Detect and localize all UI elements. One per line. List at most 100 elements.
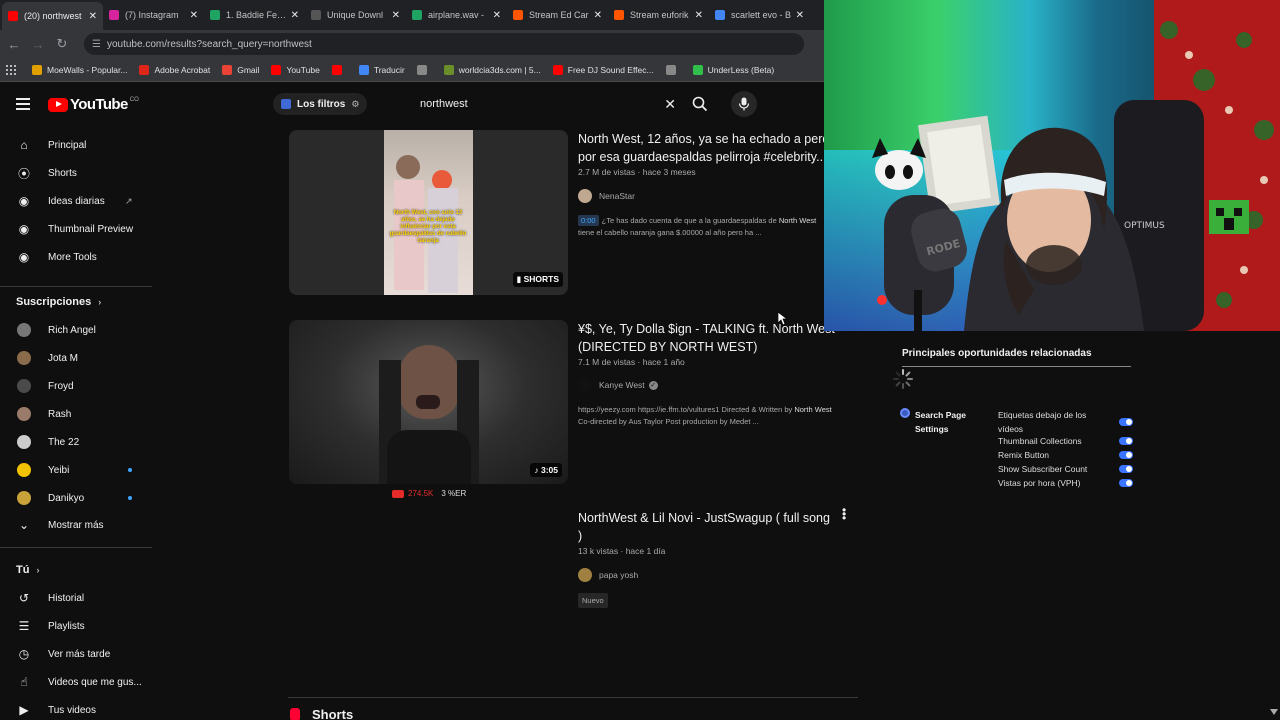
video-title[interactable]: ¥$, Ye, Ty Dolla $ign - TALKING ft. Nort… xyxy=(578,320,835,356)
bookmark-item[interactable]: Free DJ Sound Effec... xyxy=(552,64,654,75)
option-label: Remix Button xyxy=(998,450,1050,460)
channel-link[interactable]: Kanye West ✓ xyxy=(578,378,658,392)
shorts-section-heading: Shorts xyxy=(290,707,353,720)
bookmark-favicon-icon xyxy=(552,64,563,75)
search-input[interactable]: northwest ✕ xyxy=(408,91,684,117)
video-meta: 13 k vistas · hace 1 día xyxy=(578,546,666,556)
search-button[interactable] xyxy=(686,91,714,117)
video-title[interactable]: North West, 12 años, ya se ha echado a p… xyxy=(578,130,840,166)
sidebar-item[interactable]: ◉ Ideas diarias ↗ xyxy=(0,189,152,213)
show-more-button[interactable]: ⌄ Mostrar más xyxy=(0,513,152,537)
bookmark-item[interactable] xyxy=(416,64,432,75)
tab-close-icon[interactable]: ✕ xyxy=(695,10,703,21)
back-icon[interactable]: ← xyxy=(2,37,26,52)
channel-avatar xyxy=(578,568,592,582)
browser-tab[interactable]: airplane.wav - ✕ xyxy=(406,2,507,28)
sidebar-item[interactable]: The 22 xyxy=(0,430,152,454)
sidebar-item-label: Rich Angel xyxy=(48,324,96,336)
more-actions-icon[interactable]: • • • xyxy=(842,504,848,524)
subscriptions-heading[interactable]: Suscripciones › xyxy=(16,296,101,308)
video-thumbnail[interactable]: North West, con solo 12 años, se ha deja… xyxy=(289,130,568,295)
sidebar-item[interactable]: Danikyo xyxy=(0,486,152,510)
channel-link[interactable]: papa yosh xyxy=(578,568,638,582)
tab-close-icon[interactable]: ✕ xyxy=(392,10,400,21)
bookmark-label: UnderLess (Beta) xyxy=(707,64,775,75)
sidebar-item[interactable]: Rich Angel xyxy=(0,318,152,342)
browser-tab[interactable]: Stream euforik ✕ xyxy=(608,2,709,28)
sidebar-item[interactable]: Froyd xyxy=(0,374,152,398)
bookmark-item[interactable]: UnderLess (Beta) xyxy=(692,64,775,75)
forward-icon[interactable]: → xyxy=(26,37,50,52)
video-title[interactable]: NorthWest & Lil Novi - JustSwagup ( full… xyxy=(578,509,830,545)
bookmark-item[interactable] xyxy=(331,64,347,75)
clear-search-icon[interactable]: ✕ xyxy=(664,96,676,113)
scrollbar-down-arrow[interactable] xyxy=(1270,709,1278,715)
bookmark-item[interactable]: Gmail xyxy=(222,64,259,75)
you-heading[interactable]: Tú › xyxy=(16,564,40,576)
verified-icon: ✓ xyxy=(648,380,658,390)
sidebar-item[interactable]: Rash xyxy=(0,402,152,426)
tab-close-icon[interactable]: ✕ xyxy=(190,10,198,21)
voice-search-button[interactable] xyxy=(731,91,757,117)
video-thumbnail[interactable]: ♪ 3:05 xyxy=(289,320,568,484)
sidebar-item[interactable]: ◉ Thumbnail Preview xyxy=(0,217,152,241)
channel-name: papa yosh xyxy=(599,570,639,580)
sidebar-item[interactable]: ☰ Playlists xyxy=(0,614,152,638)
search-page-settings-label[interactable]: Search Page Settings xyxy=(915,408,985,436)
reload-icon[interactable]: ↻ xyxy=(50,36,74,52)
bookmark-item[interactable] xyxy=(665,64,681,75)
bookmark-favicon-icon xyxy=(416,64,427,75)
option-toggle[interactable] xyxy=(1119,418,1133,426)
browser-tab[interactable]: scarlett evo - B ✕ xyxy=(709,2,810,28)
sidebar-item[interactable]: ☝ Videos que me gus... xyxy=(0,670,152,694)
apps-grid-icon[interactable] xyxy=(6,64,16,75)
browser-tab[interactable]: 1. Baddie Feat. ✕ xyxy=(204,2,305,28)
browser-tab[interactable]: (20) northwest ✕ xyxy=(2,2,103,30)
site-info-icon[interactable]: ☰ xyxy=(92,39,101,50)
option-toggle[interactable] xyxy=(1119,479,1133,487)
sidebar-item[interactable]: ⦿ Shorts xyxy=(0,161,152,185)
filters-button[interactable]: Los filtros ⚙ xyxy=(273,93,368,115)
tab-close-icon[interactable]: ✕ xyxy=(796,10,804,21)
section-divider xyxy=(288,697,858,698)
bookmark-item[interactable]: YouTube xyxy=(271,64,320,75)
bookmark-item[interactable]: worldcia3ds.com | 5... xyxy=(443,64,541,75)
option-label: Show Subscriber Count xyxy=(998,464,1088,474)
option-toggle[interactable] xyxy=(1119,437,1133,445)
sidebar-item-label: Rash xyxy=(48,408,72,420)
channel-avatar xyxy=(16,350,32,366)
tab-close-icon[interactable]: ✕ xyxy=(291,10,299,21)
sidebar-item[interactable]: Yeibi xyxy=(0,458,152,482)
sidebar-item[interactable]: ↺ Historial xyxy=(0,586,152,610)
browser-tab[interactable]: (7) Instagram ✕ xyxy=(103,2,204,28)
sidebar-item-label: Playlists xyxy=(48,620,85,632)
channel-name: Kanye West xyxy=(599,380,645,390)
tab-close-icon[interactable]: ✕ xyxy=(89,11,97,22)
sidebar: Suscripciones › Tú › ⌂ Principal ⦿ Shorts ◉ I… xyxy=(0,126,160,720)
bookmark-item[interactable]: Adobe Acrobat xyxy=(139,64,211,75)
option-toggle[interactable] xyxy=(1119,465,1133,473)
youtube-logo[interactable]: YouTube CO xyxy=(48,96,139,113)
sidebar-divider xyxy=(0,286,152,287)
bookmark-item[interactable]: MoeWalls - Popular... xyxy=(32,64,127,75)
menu-icon[interactable] xyxy=(16,98,30,113)
address-bar[interactable]: ☰ youtube.com/results?search_query=north… xyxy=(84,33,804,55)
sidebar-item[interactable]: ◷ Ver más tarde xyxy=(0,642,152,666)
sidebar-item[interactable]: ◉ More Tools xyxy=(0,245,152,269)
thumbnail-caption: North West, con solo 12 años, se ha deja… xyxy=(389,210,467,244)
timestamp-chip[interactable]: 0:00 xyxy=(578,215,599,226)
channel-link[interactable]: NenaStar xyxy=(578,189,635,203)
bookmark-item[interactable]: Traducir xyxy=(358,64,405,75)
duration-badge: ♪ 3:05 xyxy=(530,463,562,477)
tab-favicon-icon xyxy=(513,10,523,20)
tab-close-icon[interactable]: ✕ xyxy=(493,10,501,21)
tab-close-icon[interactable]: ✕ xyxy=(594,10,602,21)
browser-tab[interactable]: Unique Downl ✕ xyxy=(305,2,406,28)
sidebar-item[interactable]: ▶ Tus videos xyxy=(0,698,152,720)
option-toggle[interactable] xyxy=(1119,451,1133,459)
browser-tab[interactable]: Stream Ed Car ✕ xyxy=(507,2,608,28)
sidebar-item[interactable]: ⌂ Principal xyxy=(0,133,152,157)
bookmark-label: Adobe Acrobat xyxy=(154,64,211,75)
sidebar-item[interactable]: Jota M xyxy=(0,346,152,370)
tab-favicon-icon xyxy=(412,10,422,20)
